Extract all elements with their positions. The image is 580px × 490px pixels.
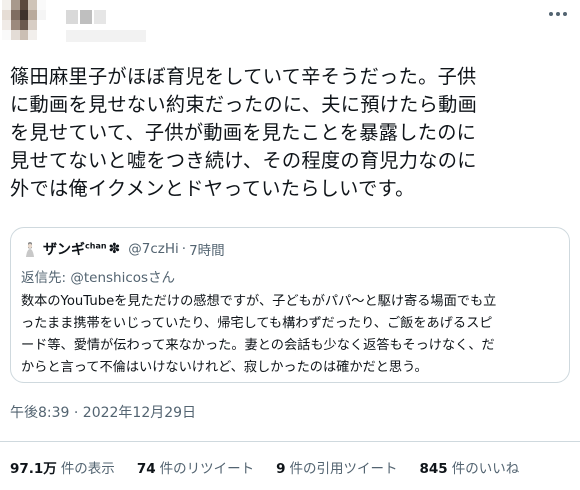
quote-tweets-count: 9 (276, 461, 286, 477)
tweet-text: 篠田麻里子がほぼ育児をしていて辛そうだった。子供 に動画を見せない約束だったのに… (10, 65, 478, 200)
more-options-button[interactable] (544, 2, 572, 26)
avatar-icon[interactable] (21, 240, 39, 258)
quoted-tweet-card[interactable]: ザンギchan ✽ @7czHi · 7時間 返信先: @tenshicosさん… (10, 227, 570, 383)
author-name-blurred[interactable] (66, 10, 106, 24)
separator-dot: · (181, 241, 187, 257)
retweets-count: 74 (136, 461, 156, 477)
quote-body-text: 数本のYouTubeを見ただけの感想ですが、子どもがパパ〜と駆け寄る場面でも立 … (21, 294, 497, 375)
likes-label: 件のいいね (451, 461, 520, 477)
reply-suffix: さん (148, 270, 176, 286)
author-avatar-blurred[interactable] (2, 0, 46, 40)
retweets-stat[interactable]: 74 件のリツイート (137, 457, 254, 477)
engagement-stats: 97.1万 件の表示 74 件のリツイート 9 件の引用ツイート 845 件のいいね (10, 457, 541, 477)
stats-divider (0, 441, 580, 442)
tweet-timestamp[interactable]: 午後8:39 · 2022年12月29日 (10, 402, 196, 422)
reply-mention-link[interactable]: @tenshicos (70, 270, 148, 286)
more-dot (556, 12, 560, 16)
quote-author-name[interactable]: ザンギchan (43, 239, 107, 259)
reply-prefix: 返信先: (21, 270, 71, 286)
quote-relative-time[interactable]: 7時間 (189, 239, 225, 259)
likes-count: 845 (419, 461, 448, 477)
quote-tweets-label: 件の引用ツイート (289, 461, 398, 477)
flower-emoji: ✽ (108, 241, 121, 257)
more-dots-icon (549, 12, 553, 16)
retweets-label: 件のリツイート (159, 461, 255, 477)
quote-author-handle[interactable]: @7czHi (128, 241, 179, 257)
views-label: 件の表示 (60, 461, 115, 477)
author-handle-blurred (66, 30, 146, 42)
reply-to-line: 返信先: @tenshicosさん (21, 266, 175, 286)
views-count: 97.1万 (10, 461, 57, 477)
quote-author-name-text: ザンギ (43, 242, 85, 258)
quote-header: ザンギchan ✽ @7czHi · 7時間 (21, 238, 225, 260)
views-stat[interactable]: 97.1万 件の表示 (10, 457, 115, 477)
more-dot (563, 12, 567, 16)
quote-tweets-stat[interactable]: 9 件の引用ツイート (276, 457, 397, 477)
quote-author-name-sup: chan (85, 241, 107, 251)
likes-stat[interactable]: 845 件のいいね (420, 457, 520, 477)
